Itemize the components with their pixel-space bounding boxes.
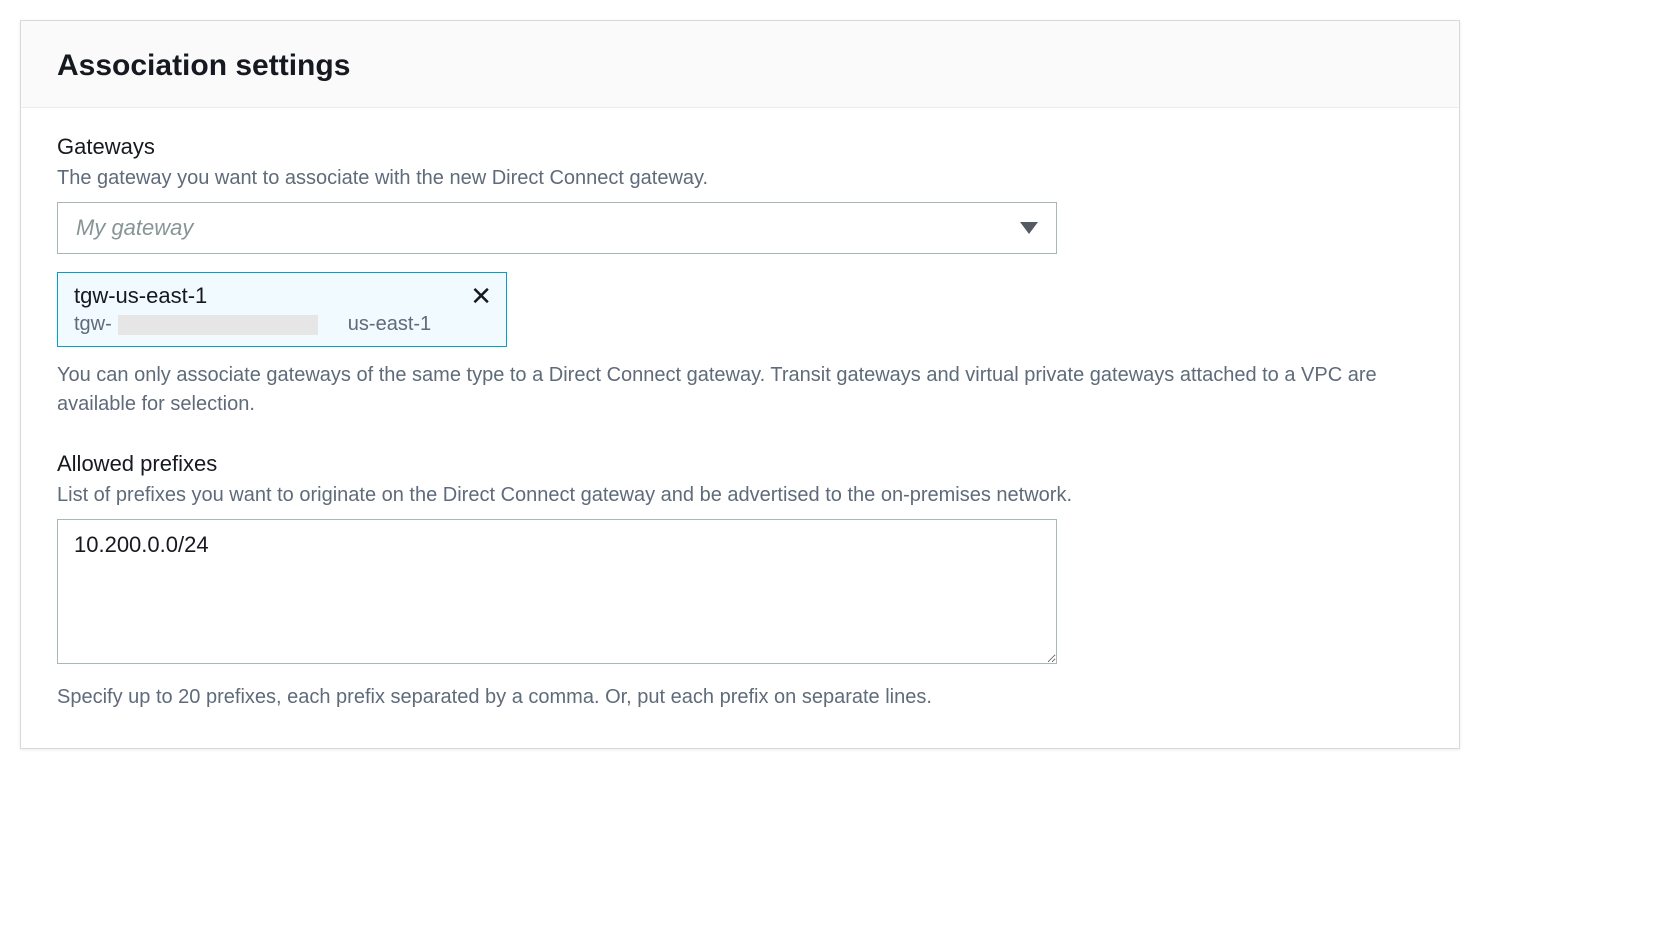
chevron-down-icon	[1020, 222, 1038, 234]
gateway-select[interactable]: My gateway	[57, 202, 1057, 254]
gateway-select-placeholder: My gateway	[76, 215, 193, 241]
gateways-description: The gateway you want to associate with t…	[57, 164, 1423, 192]
panel-title: Association settings	[57, 49, 1423, 83]
panel-body: Gateways The gateway you want to associa…	[21, 108, 1459, 748]
gateways-field: Gateways The gateway you want to associa…	[57, 134, 1423, 419]
redacted-id	[118, 315, 318, 335]
selected-gateway-chip: tgw-us-east-1 tgw- us-east-1 ✕	[57, 272, 507, 347]
prefixes-textarea[interactable]	[57, 519, 1057, 664]
panel-header: Association settings	[21, 21, 1459, 108]
selected-gateway-name: tgw-us-east-1	[74, 283, 490, 309]
association-settings-panel: Association settings Gateways The gatewa…	[20, 20, 1460, 749]
gateways-label: Gateways	[57, 134, 1423, 160]
prefixes-help-text: Specify up to 20 prefixes, each prefix s…	[57, 683, 1417, 712]
prefixes-field: Allowed prefixes List of prefixes you wa…	[57, 451, 1423, 712]
prefixes-label: Allowed prefixes	[57, 451, 1423, 477]
selected-gateway-region: us-east-1	[348, 313, 431, 336]
selected-gateway-details: tgw- us-east-1	[74, 313, 490, 336]
gateways-help-text: You can only associate gateways of the s…	[57, 361, 1417, 419]
selected-gateway-id-prefix: tgw-	[74, 313, 112, 336]
close-icon[interactable]: ✕	[470, 283, 492, 309]
prefixes-description: List of prefixes you want to originate o…	[57, 481, 1423, 509]
